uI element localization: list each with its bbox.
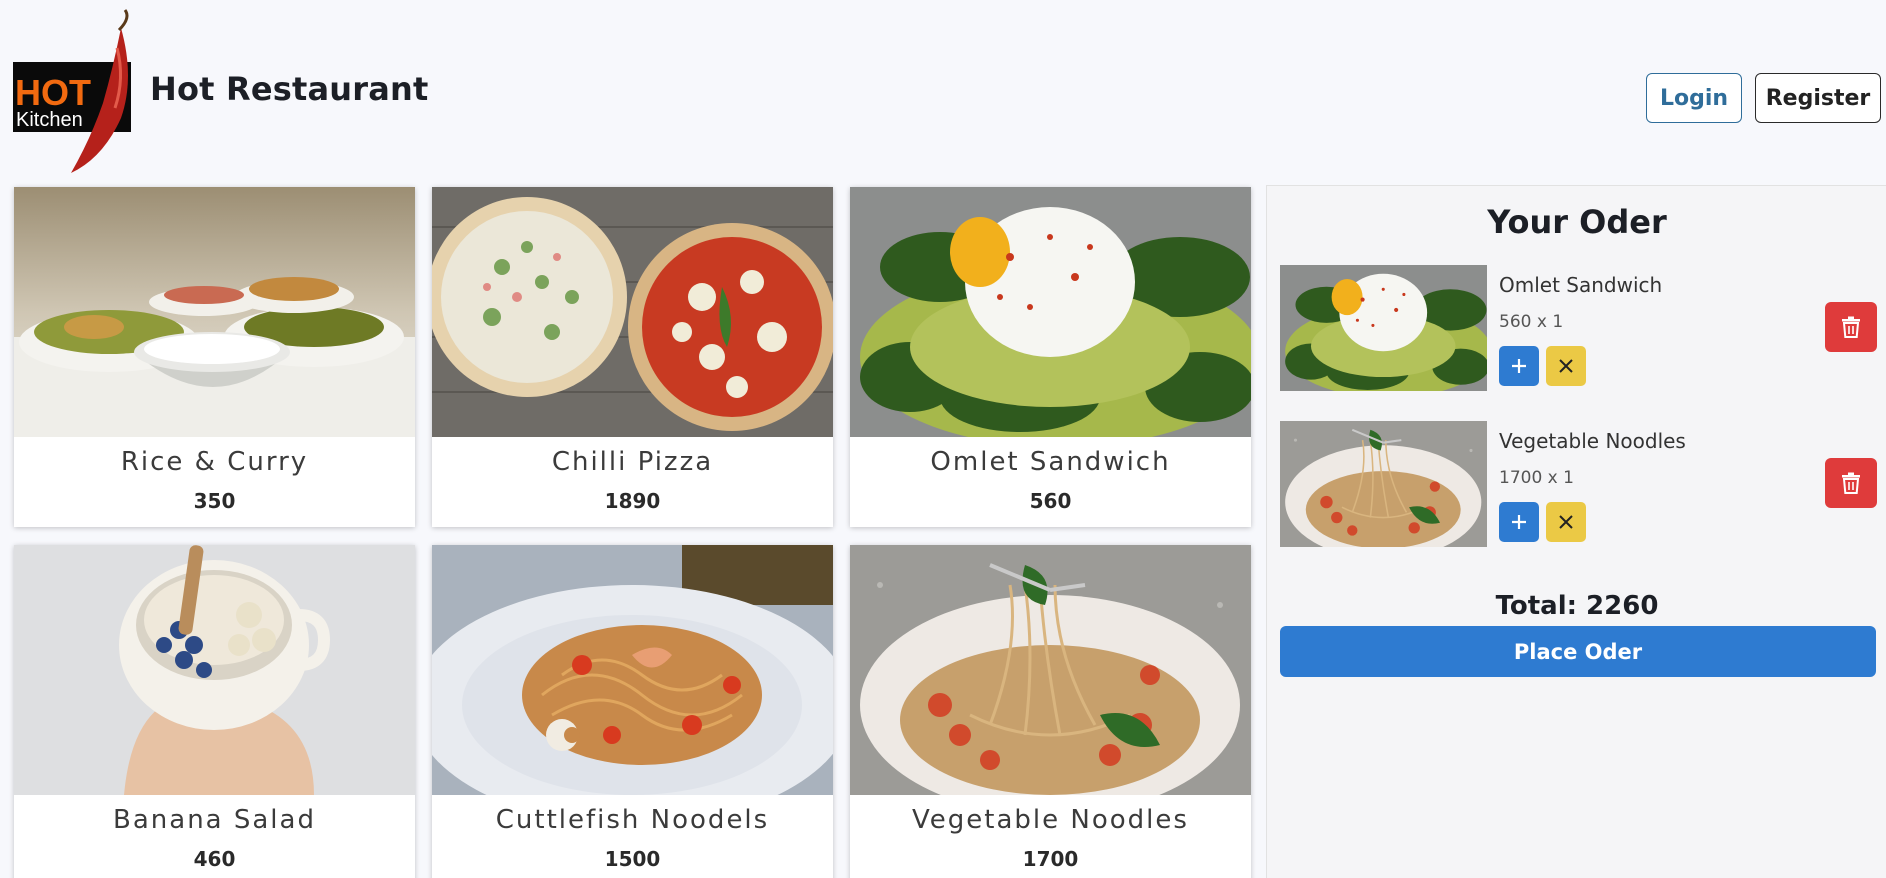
menu-grid: Rice & Curry 350 Chilli Pizza 1890 Omlet…	[14, 187, 1252, 878]
order-item-image	[1280, 265, 1487, 391]
order-panel: Your Oder Omlet Sandwich 560 x 1 Vegetab…	[1266, 185, 1886, 878]
menu-card[interactable]: Cuttlefish Noodels 1500	[432, 545, 833, 878]
order-item: Vegetable Noodles 1700 x 1	[1280, 421, 1880, 547]
menu-card[interactable]: Chilli Pizza 1890	[432, 187, 833, 527]
menu-item-price: 460	[193, 847, 236, 871]
increase-qty-button[interactable]	[1499, 346, 1539, 386]
register-button[interactable]: Register	[1755, 73, 1881, 123]
menu-item-price: 1500	[604, 847, 661, 871]
menu-item-name: Rice & Curry	[120, 447, 309, 477]
increase-qty-button[interactable]	[1499, 502, 1539, 542]
menu-item-name: Omlet Sandwich	[930, 447, 1171, 477]
order-item-qty: 560 x 1	[1499, 312, 1564, 332]
order-item: Omlet Sandwich 560 x 1	[1280, 265, 1880, 391]
menu-item-name: Banana Salad	[113, 805, 316, 835]
food-image	[850, 545, 1251, 795]
remove-item-button[interactable]	[1825, 302, 1877, 352]
menu-card[interactable]: Omlet Sandwich 560	[850, 187, 1251, 527]
food-image	[432, 545, 833, 795]
svg-text:Kitchen: Kitchen	[16, 109, 83, 131]
plus-icon	[1512, 515, 1526, 529]
food-image	[850, 187, 1251, 437]
header: HOT Kitchen Hot Restaurant Login Registe…	[0, 0, 1886, 180]
login-button[interactable]: Login	[1646, 73, 1742, 123]
hot-kitchen-logo[interactable]: HOT Kitchen	[13, 8, 145, 176]
menu-card[interactable]: Banana Salad 460	[14, 545, 415, 878]
food-image	[14, 545, 415, 795]
place-order-button[interactable]: Place Oder	[1280, 626, 1876, 677]
decrease-qty-button[interactable]	[1546, 502, 1586, 542]
order-total: Total: 2260	[1495, 591, 1659, 621]
food-image	[432, 187, 833, 437]
menu-item-price: 350	[193, 489, 236, 513]
order-item-name: Vegetable Noodles	[1499, 429, 1686, 453]
menu-item-name: Cuttlefish Noodels	[495, 805, 770, 835]
menu-item-price: 560	[1029, 489, 1072, 513]
order-title: Your Oder	[1487, 203, 1667, 241]
site-title: Hot Restaurant	[150, 70, 429, 108]
order-item-qty: 1700 x 1	[1499, 468, 1574, 488]
menu-item-name: Vegetable Noodles	[912, 805, 1189, 835]
decrease-qty-button[interactable]	[1546, 346, 1586, 386]
chili-pepper-icon: HOT Kitchen	[13, 9, 131, 173]
menu-card[interactable]: Rice & Curry 350	[14, 187, 415, 527]
close-icon	[1559, 515, 1573, 529]
close-icon	[1559, 359, 1573, 373]
menu-card[interactable]: Vegetable Noodles 1700	[850, 545, 1251, 878]
remove-item-button[interactable]	[1825, 458, 1877, 508]
food-image	[14, 187, 415, 437]
order-item-name: Omlet Sandwich	[1499, 273, 1663, 297]
menu-item-price: 1700	[1022, 847, 1079, 871]
trash-icon	[1842, 316, 1860, 338]
plus-icon	[1512, 359, 1526, 373]
menu-item-price: 1890	[604, 489, 661, 513]
menu-item-name: Chilli Pizza	[551, 447, 714, 477]
trash-icon	[1842, 472, 1860, 494]
order-item-image	[1280, 421, 1487, 547]
svg-text:HOT: HOT	[15, 72, 91, 113]
